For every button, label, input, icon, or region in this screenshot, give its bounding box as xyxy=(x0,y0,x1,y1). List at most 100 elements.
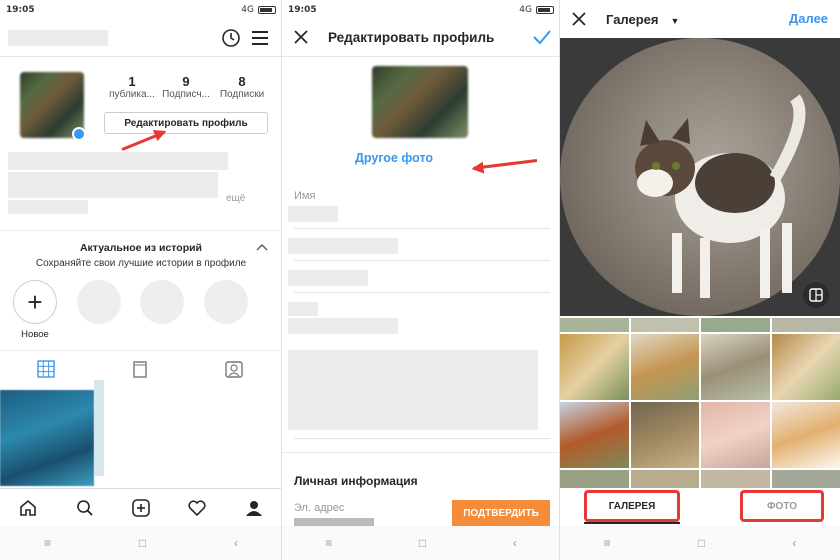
status-bar: 19:05 4G xyxy=(0,0,282,20)
gallery-thumbnail[interactable] xyxy=(771,334,840,400)
gallery-grid xyxy=(560,318,840,488)
gallery-thumbnail[interactable] xyxy=(701,402,770,468)
header-divider xyxy=(0,56,282,57)
gallery-screen: Галерея ▼ Далее ГАЛЕРЕЯ ФОТО ≡ □ ‹ xyxy=(560,0,840,560)
android-back-icon[interactable]: ‹ xyxy=(234,536,238,550)
personal-info-heading: Личная информация xyxy=(294,474,418,488)
plus-icon: + xyxy=(27,286,43,317)
highlight-placeholder xyxy=(204,280,248,324)
heart-icon[interactable] xyxy=(187,498,207,518)
search-icon[interactable] xyxy=(75,498,95,518)
gallery-thumbnail[interactable] xyxy=(771,470,840,488)
tagged-icon[interactable] xyxy=(225,360,243,378)
new-highlight-button[interactable]: + xyxy=(13,280,57,324)
name-field[interactable] xyxy=(288,206,338,222)
android-nav: ≡ □ ‹ xyxy=(560,526,840,560)
menu-icon[interactable] xyxy=(250,29,270,47)
android-nav: ≡ □ ‹ xyxy=(0,526,282,560)
android-back-icon[interactable]: ‹ xyxy=(513,536,517,550)
android-back-icon[interactable]: ‹ xyxy=(792,536,796,550)
gallery-thumbnail[interactable] xyxy=(630,318,699,332)
highlights-title: Актуальное из историй xyxy=(79,242,203,254)
gallery-thumbnail[interactable] xyxy=(560,334,629,400)
gallery-thumbnail[interactable] xyxy=(701,318,770,332)
bio-field[interactable] xyxy=(288,318,398,334)
close-icon[interactable] xyxy=(292,28,310,46)
post-thumbnail[interactable] xyxy=(0,390,94,486)
history-icon[interactable] xyxy=(220,27,242,49)
android-home-icon[interactable]: □ xyxy=(698,536,705,550)
bio-blurred xyxy=(8,152,228,170)
avatar[interactable] xyxy=(372,66,468,138)
check-icon[interactable] xyxy=(532,28,552,46)
close-icon[interactable] xyxy=(570,10,588,28)
add-story-badge[interactable] xyxy=(72,127,86,141)
add-icon[interactable] xyxy=(131,498,151,518)
status-network: 4G xyxy=(519,5,532,15)
gallery-thumbnail[interactable] xyxy=(630,402,699,468)
new-highlight-label: Новое xyxy=(21,329,49,340)
page-title: Редактировать профиль xyxy=(328,30,495,45)
status-time: 19:05 xyxy=(288,5,317,15)
profile-icon[interactable] xyxy=(244,498,264,518)
edit-profile-screen: 19:05 4G Редактировать профиль Другое фо… xyxy=(282,0,560,560)
android-nav: ≡ □ ‹ xyxy=(282,526,560,560)
igtv-icon[interactable] xyxy=(131,360,149,378)
stat-posts[interactable]: 1 публика... xyxy=(104,74,160,100)
gallery-dropdown[interactable]: Галерея ▼ xyxy=(606,12,679,27)
gallery-thumbnail[interactable] xyxy=(701,334,770,400)
section-divider xyxy=(0,350,282,351)
highlight-placeholder xyxy=(77,280,121,324)
edit-profile-button[interactable]: Редактировать профиль xyxy=(104,112,268,134)
home-icon[interactable] xyxy=(18,498,38,518)
gallery-thumbnail[interactable] xyxy=(771,402,840,468)
tab-gallery[interactable]: ГАЛЕРЕЯ xyxy=(584,490,680,522)
gallery-thumbnail[interactable] xyxy=(701,470,770,488)
stat-followers[interactable]: 9 Подписч... xyxy=(158,74,214,100)
gallery-thumbnail[interactable] xyxy=(771,318,840,332)
grid-icon[interactable] xyxy=(37,360,55,378)
photo-preview[interactable] xyxy=(560,38,840,316)
battery-icon xyxy=(258,6,276,14)
android-home-icon[interactable]: □ xyxy=(419,536,426,550)
gallery-thumbnail[interactable] xyxy=(630,334,699,400)
battery-icon xyxy=(536,6,554,14)
profile-screen: 19:05 4G 1 публика... 9 Подписч... 8 Под… xyxy=(0,0,282,560)
username-blurred xyxy=(8,30,108,46)
bottom-nav xyxy=(0,490,282,526)
android-menu-icon[interactable]: ≡ xyxy=(604,536,611,550)
stat-following[interactable]: 8 Подписки xyxy=(212,74,272,100)
username-field[interactable] xyxy=(288,238,398,254)
gallery-title: Галерея xyxy=(606,12,659,27)
name-label: Имя xyxy=(294,190,316,202)
email-label: Эл. адрес xyxy=(294,502,345,514)
bio-blurred xyxy=(8,172,218,198)
tab-gallery-underline xyxy=(584,522,680,524)
android-menu-icon[interactable]: ≡ xyxy=(325,536,332,550)
layout-toggle-button[interactable] xyxy=(803,282,829,308)
confirm-button[interactable]: ПОДТВЕРДИТЬ xyxy=(452,500,550,526)
status-network: 4G xyxy=(241,5,254,15)
next-button[interactable]: Далее xyxy=(789,11,828,26)
email-field[interactable] xyxy=(294,518,374,526)
section-divider xyxy=(0,230,282,231)
kitten-photo xyxy=(635,94,806,298)
android-menu-icon[interactable]: ≡ xyxy=(44,536,51,550)
bio-field-text[interactable] xyxy=(288,350,538,430)
highlight-placeholder xyxy=(140,280,184,324)
website-field[interactable] xyxy=(288,270,368,286)
bio-blurred xyxy=(8,200,88,214)
chevron-down-icon: ▼ xyxy=(670,16,680,26)
highlights-subtitle: Сохраняйте свои лучшие истории в профиле xyxy=(35,258,247,269)
status-bar: 19:05 4G xyxy=(282,0,560,20)
chevron-up-icon[interactable] xyxy=(255,242,269,252)
gallery-thumbnail[interactable] xyxy=(630,470,699,488)
gallery-thumbnail[interactable] xyxy=(560,402,629,468)
tab-photo[interactable]: ФОТО xyxy=(740,490,824,522)
gallery-thumbnail[interactable] xyxy=(560,318,629,332)
bio-more-link[interactable]: ещё xyxy=(226,193,245,204)
gallery-thumbnail[interactable] xyxy=(560,470,629,488)
status-time: 19:05 xyxy=(6,5,35,15)
layout-icon xyxy=(809,288,823,302)
android-home-icon[interactable]: □ xyxy=(139,536,146,550)
